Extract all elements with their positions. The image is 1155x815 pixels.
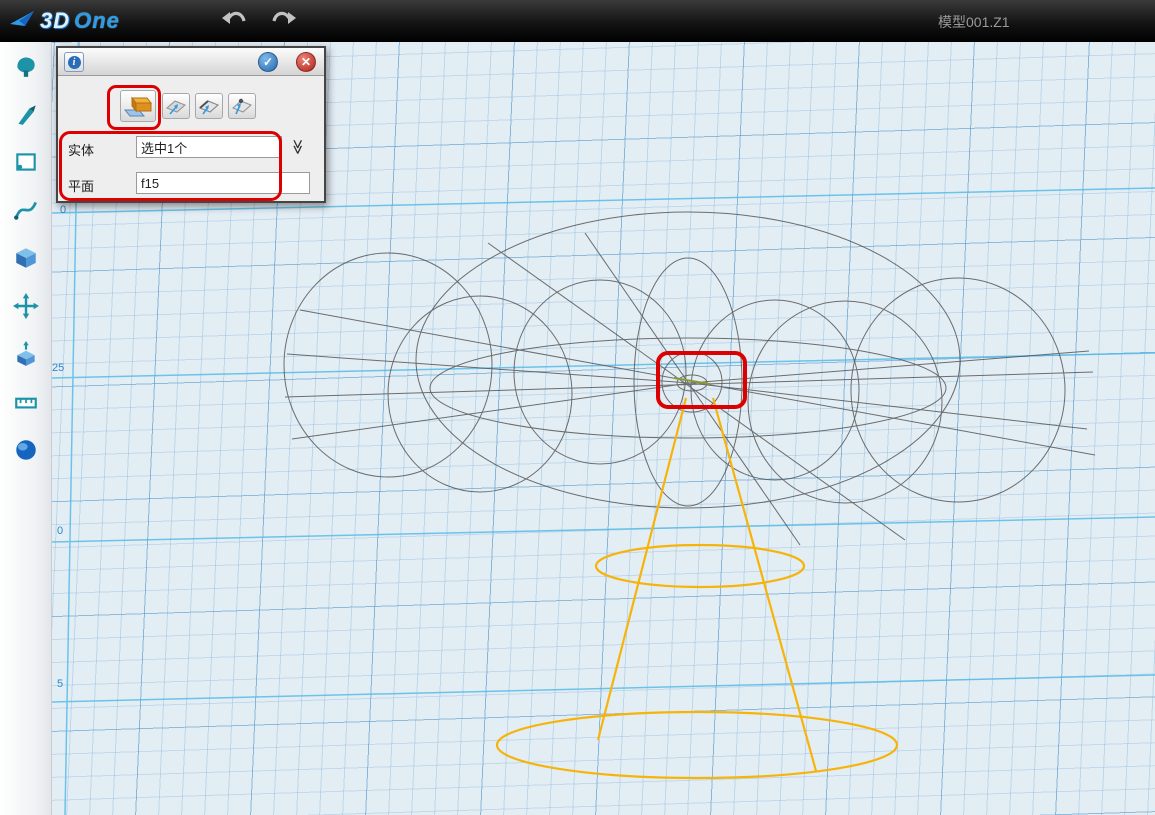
edge-pick-icon (197, 96, 221, 116)
render-paint-icon (13, 53, 39, 79)
plane-field-input[interactable] (136, 172, 310, 194)
curve-tool-icon (13, 197, 39, 223)
chevron-double-down-icon[interactable]: ≫ (289, 138, 307, 156)
undo-icon (221, 9, 247, 33)
close-icon: ✕ (301, 55, 311, 69)
dialog-titlebar: i ✓ ✕ (58, 48, 324, 76)
undo-button[interactable] (216, 4, 252, 38)
ruler-label: 0 (60, 204, 66, 216)
redo-button[interactable] (266, 4, 302, 38)
material-brush-icon (13, 101, 39, 127)
move-tool-icon (13, 293, 39, 319)
solid-pick-button[interactable] (120, 90, 156, 122)
feature-extrude-icon (13, 341, 39, 367)
app-logo-icon (10, 11, 36, 31)
sidebar-item-sketch-plane[interactable] (0, 138, 52, 186)
cancel-button[interactable]: ✕ (296, 52, 316, 72)
vertex-pick-icon (230, 96, 254, 116)
vertex-pick-button[interactable] (228, 93, 256, 119)
sidebar-item-render-sphere[interactable] (0, 426, 52, 474)
sidebar-item-measure-ruler[interactable] (0, 378, 52, 426)
sidebar-item-render-paint[interactable] (0, 42, 52, 90)
tool-sidebar (0, 42, 52, 815)
solid-pick-icon (123, 93, 153, 119)
logo-text-one: One (74, 8, 120, 34)
ruler-label: 25 (52, 362, 64, 374)
measure-ruler-icon (13, 389, 39, 415)
sidebar-item-curve-tool[interactable] (0, 186, 52, 234)
sketch-plane-icon (13, 149, 39, 175)
redo-icon (271, 9, 297, 33)
edge-pick-button[interactable] (195, 93, 223, 119)
render-sphere-icon (13, 437, 39, 463)
ruler-label: 0 (57, 525, 63, 537)
sidebar-item-feature-extrude[interactable] (0, 330, 52, 378)
info-icon: i (68, 56, 81, 69)
ruler-label: 5 (57, 678, 63, 690)
entity-field-label: 实体 (68, 140, 94, 159)
sidebar-item-primitive-cube[interactable] (0, 234, 52, 282)
confirm-button[interactable]: ✓ (258, 52, 278, 72)
primitive-cube-icon (13, 245, 39, 271)
top-bar: 3D One 模型001.Z1 (0, 0, 1155, 42)
app-logo: 3D One (10, 8, 120, 34)
command-dialog: i ✓ ✕ (56, 46, 326, 203)
check-icon: ✓ (263, 55, 273, 69)
plane-field-label: 平面 (68, 176, 94, 195)
sidebar-item-move-tool[interactable] (0, 282, 52, 330)
logo-text-3d: 3D (40, 8, 70, 34)
face-pick-icon (164, 96, 188, 116)
info-button[interactable]: i (64, 52, 84, 72)
sidebar-item-material-brush[interactable] (0, 90, 52, 138)
entity-field-input[interactable] (136, 136, 282, 158)
face-pick-button[interactable] (162, 93, 190, 119)
window-title: 模型001.Z1 (938, 12, 1010, 32)
